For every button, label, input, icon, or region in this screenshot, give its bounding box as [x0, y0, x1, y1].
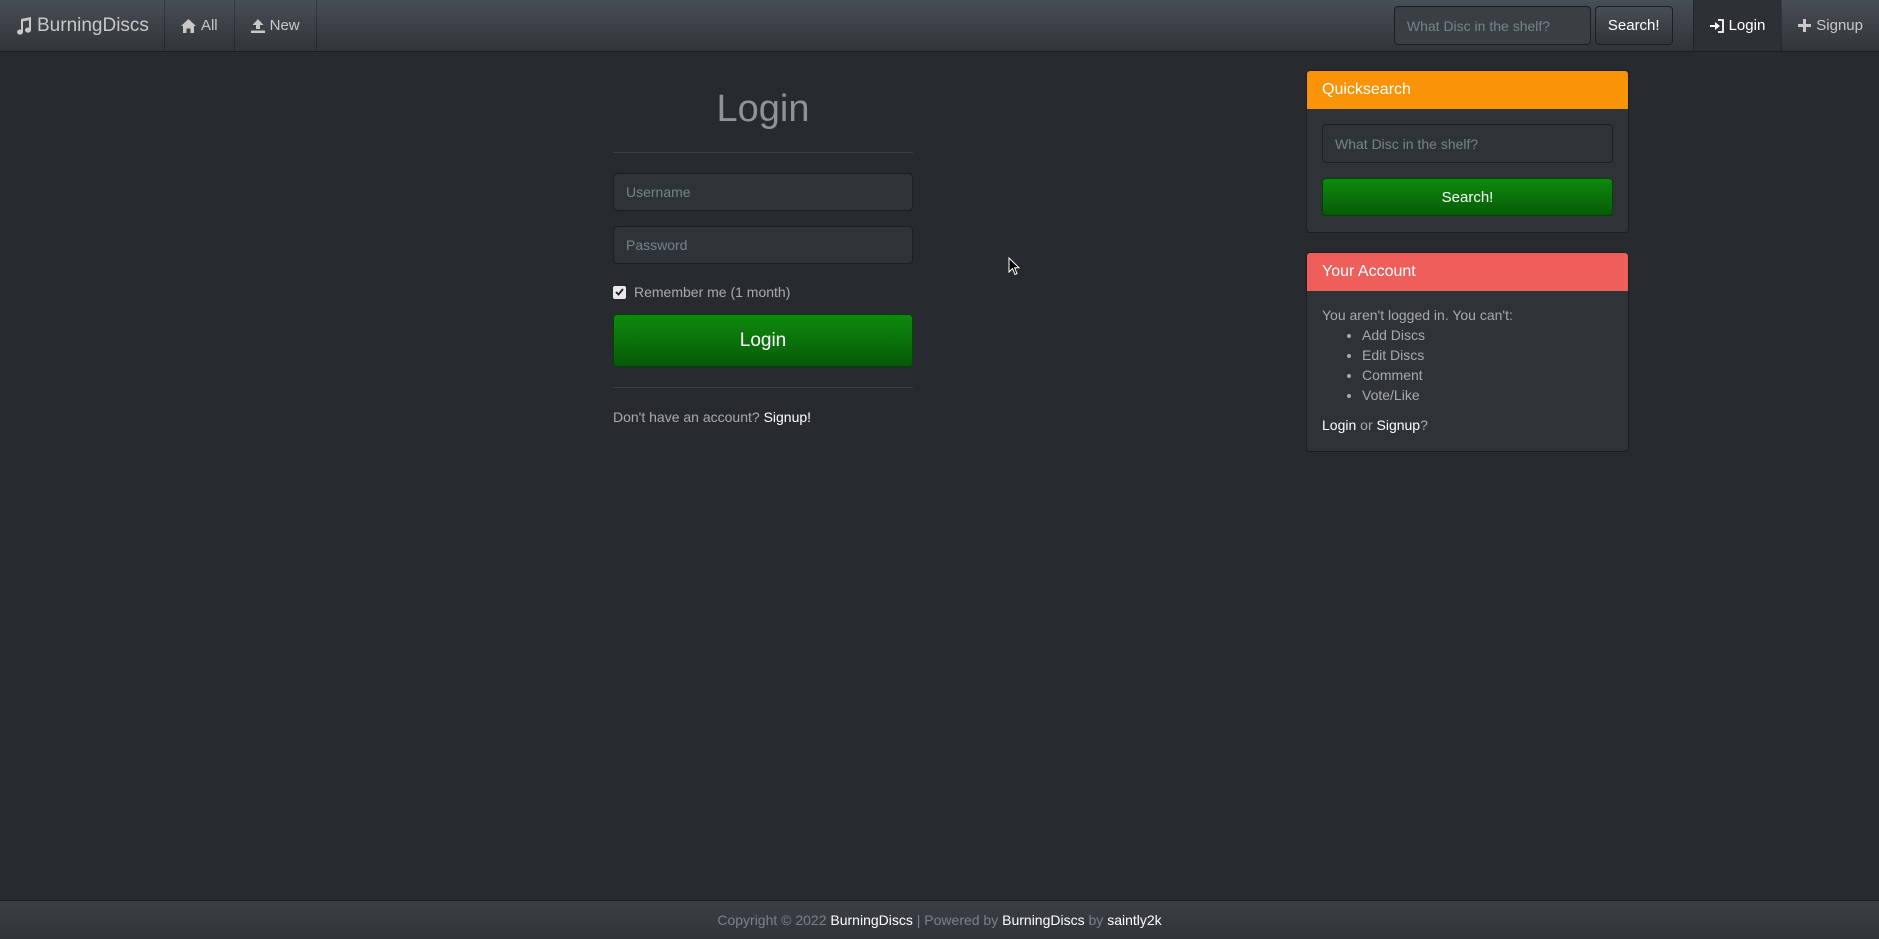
- list-item: Comment: [1362, 365, 1613, 385]
- music-note-icon: [15, 16, 32, 35]
- account-header: Your Account: [1307, 253, 1628, 291]
- navbar-right: Login Signup: [1692, 0, 1879, 51]
- signup-prompt: Don't have an account? Signup!: [613, 409, 913, 425]
- username-field[interactable]: [613, 173, 913, 211]
- login-form: Login Remember me (1 month) Login Don't …: [613, 52, 913, 425]
- account-login-link[interactable]: Login: [1322, 417, 1356, 433]
- navbar-search-input[interactable]: [1393, 6, 1591, 45]
- quicksearch-button[interactable]: Search!: [1322, 178, 1613, 216]
- account-intro: You aren't logged in. You can't:: [1322, 307, 1513, 323]
- footer-site-link[interactable]: BurningDiscs: [830, 912, 912, 928]
- nav-all[interactable]: All: [165, 0, 235, 51]
- navbar-search-button[interactable]: Search!: [1594, 6, 1673, 45]
- nav-new[interactable]: New: [235, 0, 317, 51]
- brand-name: BurningDiscs: [37, 14, 149, 36]
- by-text: by: [1088, 912, 1104, 928]
- footer-powered-link[interactable]: BurningDiscs: [1002, 912, 1084, 928]
- remember-me-checkbox[interactable]: [613, 285, 626, 299]
- navbar-search: Search!: [1393, 0, 1681, 51]
- password-field[interactable]: [613, 226, 913, 264]
- divider: [613, 387, 913, 388]
- plus-icon: [1798, 19, 1812, 32]
- remember-me-label[interactable]: Remember me (1 month): [634, 284, 790, 300]
- mouse-cursor-icon: [1008, 256, 1021, 281]
- remember-me-row: Remember me (1 month): [613, 284, 913, 300]
- or-text: or: [1360, 417, 1373, 433]
- account-body: You aren't logged in. You can't: Add Dis…: [1307, 291, 1628, 450]
- question-mark: ?: [1420, 417, 1428, 433]
- restriction-list: Add Discs Edit Discs Comment Vote/Like: [1362, 325, 1613, 405]
- list-item: Add Discs: [1362, 325, 1613, 345]
- brand-link[interactable]: BurningDiscs: [0, 0, 165, 51]
- signup-link[interactable]: Signup!: [764, 409, 811, 425]
- list-item: Edit Discs: [1362, 345, 1613, 365]
- copyright-text: Copyright © 2022: [717, 912, 827, 928]
- nav-login-label: Login: [1728, 17, 1766, 34]
- nav-signup[interactable]: Signup: [1781, 0, 1879, 51]
- nav-all-label: All: [200, 17, 218, 34]
- account-signup-link[interactable]: Signup: [1377, 417, 1421, 433]
- quicksearch-panel: Quicksearch Search!: [1306, 70, 1629, 233]
- top-navbar: BurningDiscs All New Search! Login Signu…: [0, 0, 1879, 52]
- divider: [613, 152, 913, 153]
- list-item: Vote/Like: [1362, 385, 1613, 405]
- home-icon: [180, 18, 196, 33]
- navbar-spacer: [317, 0, 1394, 51]
- quicksearch-header: Quicksearch: [1307, 71, 1628, 109]
- footer-author-link[interactable]: saintly2k: [1107, 912, 1161, 928]
- quicksearch-input[interactable]: [1322, 124, 1613, 163]
- nav-new-label: New: [269, 17, 300, 34]
- no-account-text: Don't have an account?: [613, 409, 760, 425]
- nav-signup-label: Signup: [1816, 17, 1863, 34]
- checkmark-icon: [615, 288, 624, 296]
- login-icon: [1709, 18, 1724, 33]
- account-panel: Your Account You aren't logged in. You c…: [1306, 252, 1629, 452]
- nav-login[interactable]: Login: [1692, 0, 1782, 51]
- powered-by-text: | Powered by: [916, 912, 999, 928]
- upload-icon: [250, 18, 265, 33]
- account-links: Login or Signup?: [1322, 415, 1613, 435]
- login-button[interactable]: Login: [613, 314, 913, 367]
- page-title: Login: [716, 88, 810, 130]
- footer: Copyright © 2022 BurningDiscs | Powered …: [0, 900, 1879, 939]
- quicksearch-body: Search!: [1307, 109, 1628, 231]
